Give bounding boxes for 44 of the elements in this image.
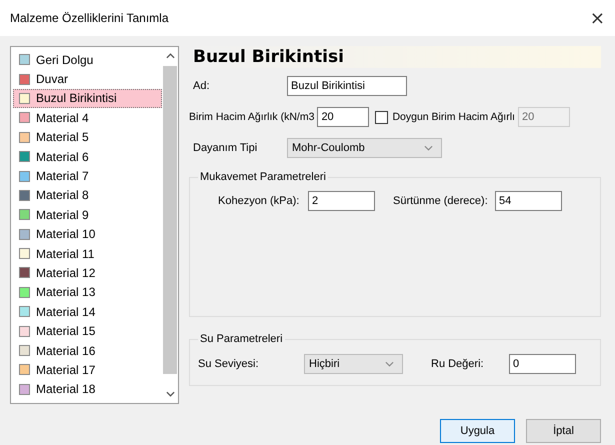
material-item[interactable]: Material 16 — [13, 340, 162, 360]
strength-type-label: Dayanım Tipi — [192, 142, 258, 154]
cohesion-field[interactable]: 2 — [308, 191, 375, 211]
water-level-dropdown[interactable]: Hiçbiri — [304, 354, 403, 374]
scroll-down-icon[interactable] — [166, 391, 174, 397]
scroll-thumb[interactable] — [163, 66, 177, 374]
group-title: Mukavemet Parametreleri — [198, 171, 328, 183]
material-item[interactable]: Material 5 — [13, 128, 162, 147]
material-item[interactable]: Material 4 — [13, 108, 162, 128]
apply-button[interactable]: Uygula — [440, 419, 515, 443]
friction-field[interactable]: 54 — [495, 191, 562, 211]
strength-type-dropdown[interactable]: Mohr-Coulomb — [287, 138, 442, 158]
dropdown-caret-icon — [385, 361, 394, 367]
friction-label: Sürtünme (derece): — [392, 195, 489, 207]
material-item[interactable]: Material 11 — [13, 244, 162, 264]
unit-weight-field[interactable]: 20 — [317, 107, 370, 127]
cohesion-label: Kohezyon (kPa): — [217, 195, 300, 207]
ru-label: Ru Değeri: — [430, 358, 485, 370]
material-item[interactable]: Material 10 — [13, 224, 162, 244]
material-item[interactable]: Material 7 — [13, 166, 162, 186]
close-button[interactable]: × — [588, 8, 607, 28]
material-item[interactable]: Material 13 — [13, 282, 162, 302]
material-item[interactable]: Material 9 — [13, 205, 162, 225]
material-item[interactable]: Material 8 — [13, 186, 162, 206]
material-item[interactable]: Geri Dolgu — [13, 50, 162, 70]
material-item[interactable]: Material 14 — [13, 302, 162, 322]
unit-weight-label: Birim Hacim Ağırlık (kN/m3 — [189, 111, 314, 123]
water-level-label: Su Seviyesi: — [197, 358, 260, 370]
material-item[interactable]: Duvar — [13, 69, 162, 89]
cancel-button[interactable]: İptal — [526, 419, 601, 443]
ru-field[interactable]: 0 — [509, 354, 576, 374]
window-title: Malzeme Özelliklerini Tanımla — [10, 11, 168, 25]
scroll-up-icon[interactable] — [166, 53, 174, 59]
name-label: Ad: — [192, 80, 211, 92]
material-item[interactable]: Material 6 — [13, 146, 162, 166]
material-item[interactable]: Material 12 — [13, 263, 162, 283]
material-item[interactable]: Material 15 — [13, 321, 162, 341]
saturated-label: Doygun Birim Hacim Ağırlı — [392, 111, 515, 123]
material-item[interactable]: Material 18 — [13, 380, 162, 400]
material-item[interactable]: Material 17 — [13, 360, 162, 380]
name-field[interactable]: Buzul Birikintisi — [287, 76, 407, 96]
material-item[interactable]: Buzul Birikintisi — [13, 88, 162, 108]
group-title: Su Parametreleri — [198, 333, 285, 345]
dropdown-caret-icon — [424, 145, 433, 151]
